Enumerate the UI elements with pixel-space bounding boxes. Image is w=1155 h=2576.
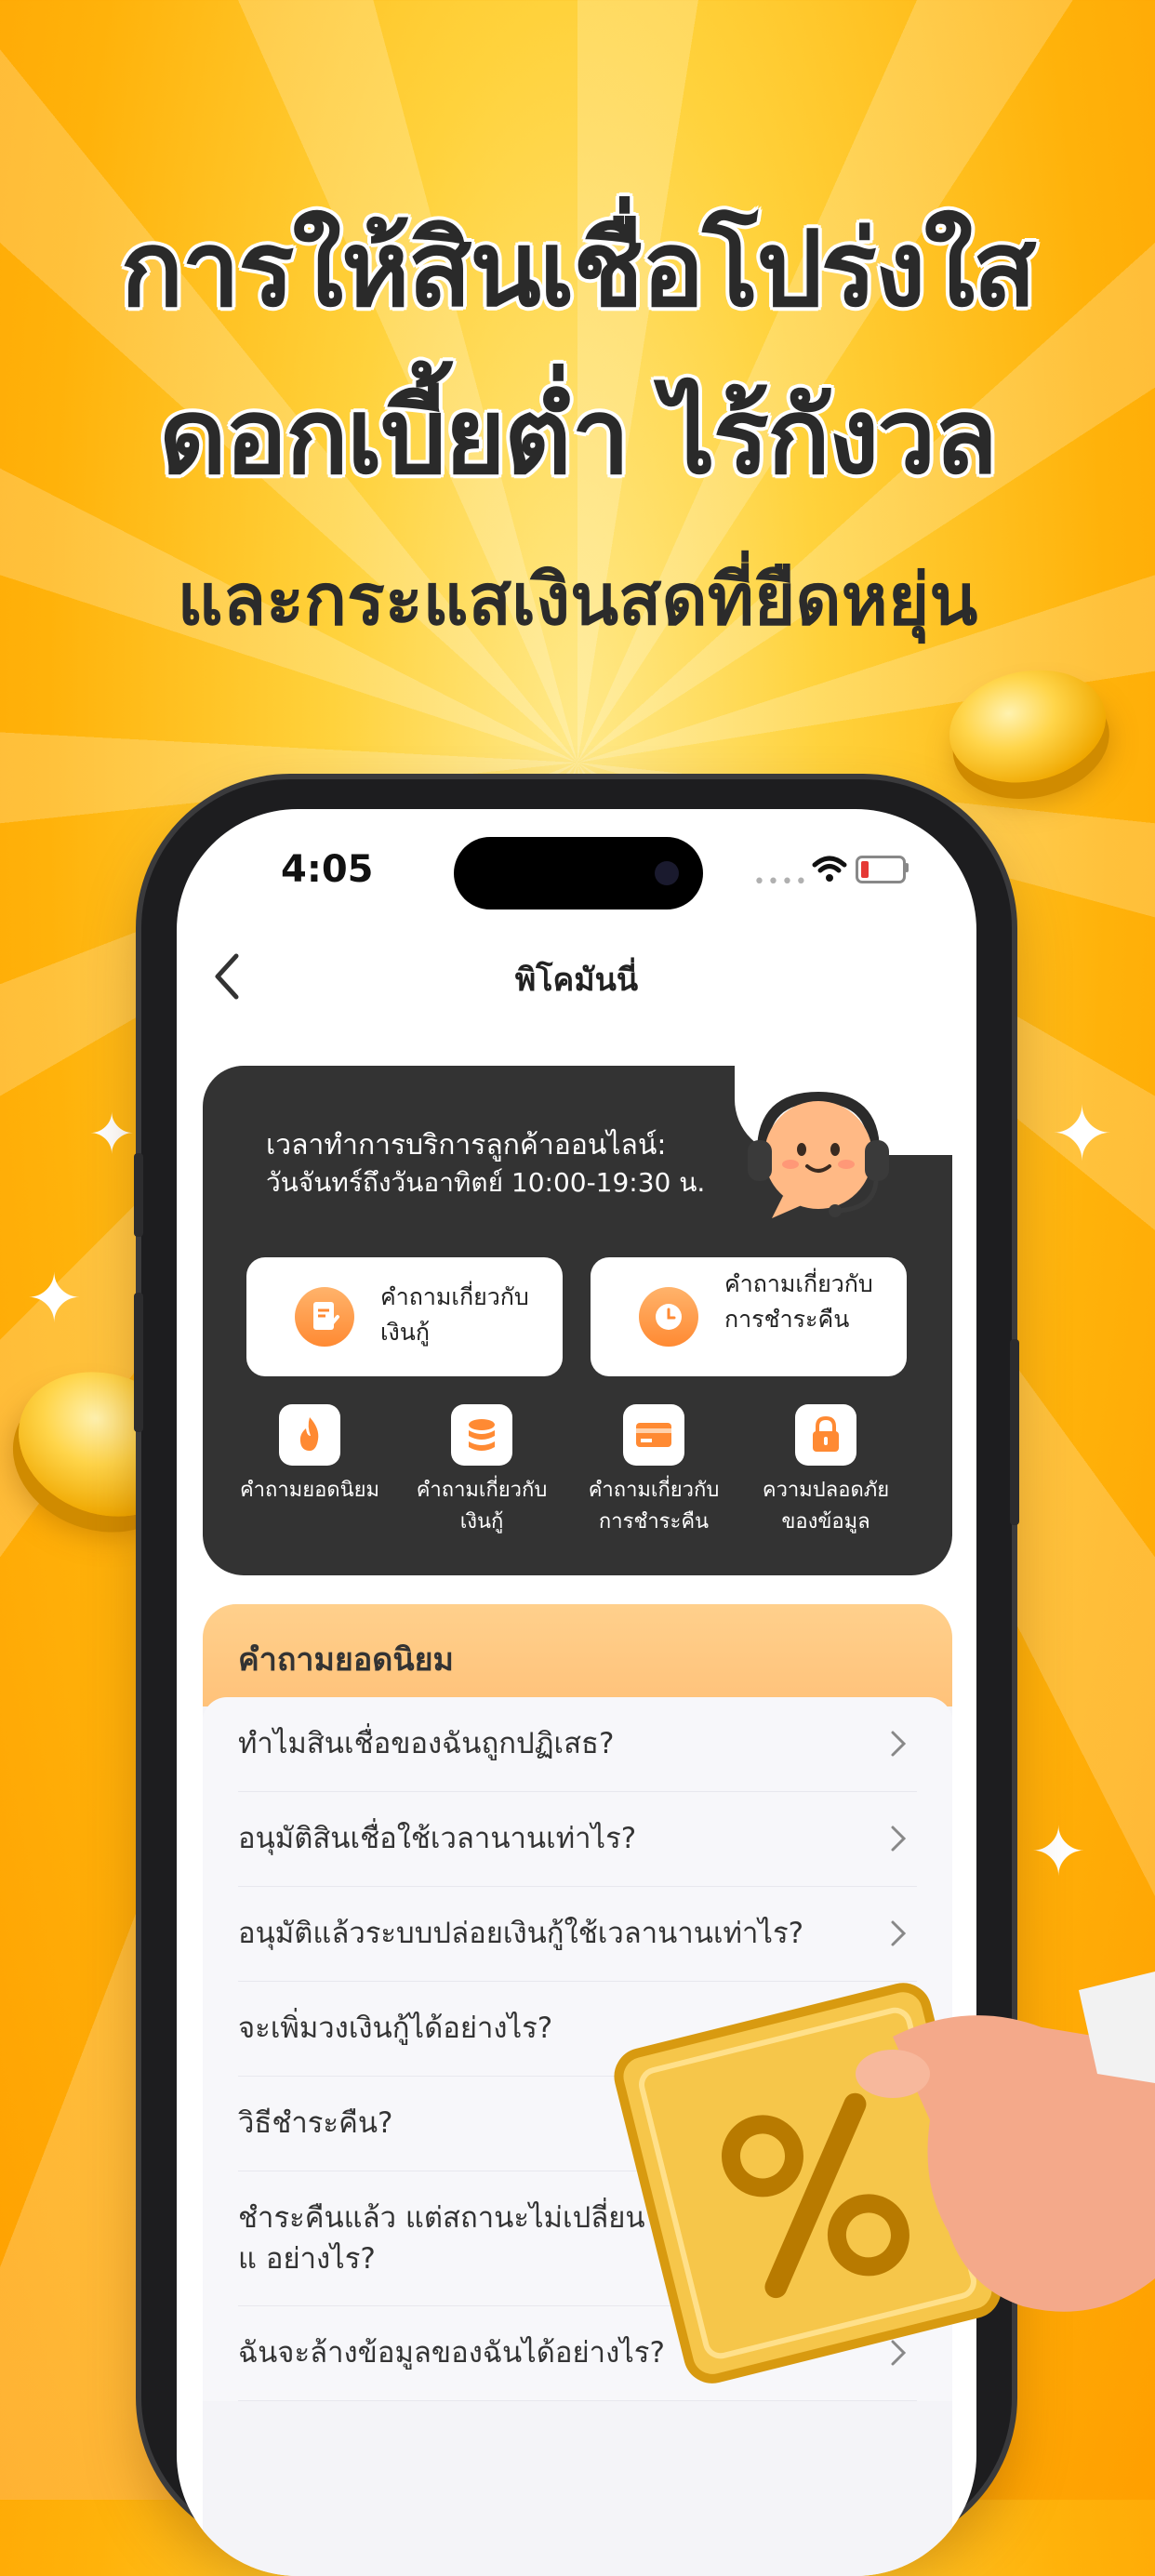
chevron-right-icon [891, 1731, 907, 1757]
sparkle-icon: ✦ [88, 1102, 136, 1167]
faq-question: อนุมัติสินเชื่อใช้เวลานานเท่าไร? [238, 1822, 637, 1855]
phone-side-button [1010, 1339, 1019, 1525]
faq-question: อนุมัติแล้วระบบปล่อยเงินกู้ใช้เวลานานเท่… [238, 1917, 804, 1950]
hero-headline-2: ดอกเบี้ยต่ำ ไร้กังวล [159, 377, 998, 498]
category-popular[interactable]: คำถามยอดนิยม [231, 1404, 389, 1507]
phone-side-button [134, 1293, 143, 1432]
quick-button-label: คำถามเกี่ยวกับการชำระคืน [724, 1270, 873, 1333]
category-label: ความปลอดภัยของข้อมูล [762, 1479, 890, 1534]
fire-icon [279, 1404, 340, 1466]
document-edit-icon [295, 1287, 354, 1347]
clock-icon [639, 1287, 698, 1347]
battery-icon [856, 856, 906, 883]
lock-icon [795, 1404, 856, 1466]
support-mascot-icon [748, 1091, 889, 1218]
wifi-icon [812, 856, 847, 882]
camera-icon [655, 861, 679, 885]
category-data-security[interactable]: ความปลอดภัยของข้อมูล [747, 1404, 905, 1538]
hand-holding-voucher-illustration [614, 1972, 1155, 2383]
status-time: 4:05 [281, 848, 374, 891]
category-label: คำถามเกี่ยวกับเงินกู้ [416, 1479, 548, 1534]
sparkle-icon: ✦ [1051, 1091, 1114, 1177]
category-repayment[interactable]: คำถามเกี่ยวกับการชำระคืน [575, 1404, 733, 1538]
category-label: คำถามเกี่ยวกับการชำระคืน [588, 1479, 720, 1534]
faq-item[interactable]: อนุมัติแล้วระบบปล่อยเงินกู้ใช้เวลานานเท่… [238, 1887, 917, 1982]
battery-tip [905, 863, 909, 872]
sparkle-icon: ✦ [26, 1259, 83, 1337]
chevron-right-icon [891, 1920, 907, 1946]
credit-card-icon [623, 1404, 684, 1466]
loan-questions-button[interactable]: คำถามเกี่ยวกับเงินกู้ [246, 1257, 563, 1376]
coin-stack-icon [451, 1404, 512, 1466]
hero-subheadline: และกระแสเงินสดที่ยืดหยุ่น [177, 558, 978, 641]
hero-headline-1: การให้สินเชื่อโปร่งใส [120, 209, 1037, 330]
signal-icon: •••• [753, 870, 809, 894]
faq-item[interactable]: อนุมัติสินเชื่อใช้เวลานานเท่าไร? [238, 1792, 917, 1887]
faq-header: คำถามยอดนิยม [203, 1604, 952, 1706]
repayment-questions-button[interactable]: คำถามเกี่ยวกับการชำระคืน [591, 1257, 907, 1376]
page-title: พิโคมันนี่ [514, 962, 639, 999]
faq-question: ทำไมสินเชื่อของฉันถูกปฏิเสธ? [238, 1727, 615, 1760]
faq-item[interactable]: ทำไมสินเชื่อของฉันถูกปฏิเสธ? [238, 1697, 917, 1792]
dynamic-island [454, 837, 703, 910]
chevron-right-icon [891, 1826, 907, 1852]
phone-side-button [134, 1153, 143, 1237]
category-label: คำถามยอดนิยม [239, 1479, 380, 1502]
quick-button-label: คำถามเกี่ยวกับเงินกู้ [380, 1283, 529, 1346]
category-loan[interactable]: คำถามเกี่ยวกับเงินกู้ [403, 1404, 561, 1538]
service-hours-label: เวลาทำการบริการลูกค้าออนไลน์: [266, 1129, 667, 1162]
sparkle-icon: ✦ [1030, 1812, 1087, 1891]
faq-title: คำถามยอดนิยม [238, 1641, 454, 1679]
service-hours-value: วันจันทร์ถึงวันอาทิตย์ 10:00-19:30 น. [266, 1167, 706, 1198]
status-icons: •••• [753, 850, 939, 894]
